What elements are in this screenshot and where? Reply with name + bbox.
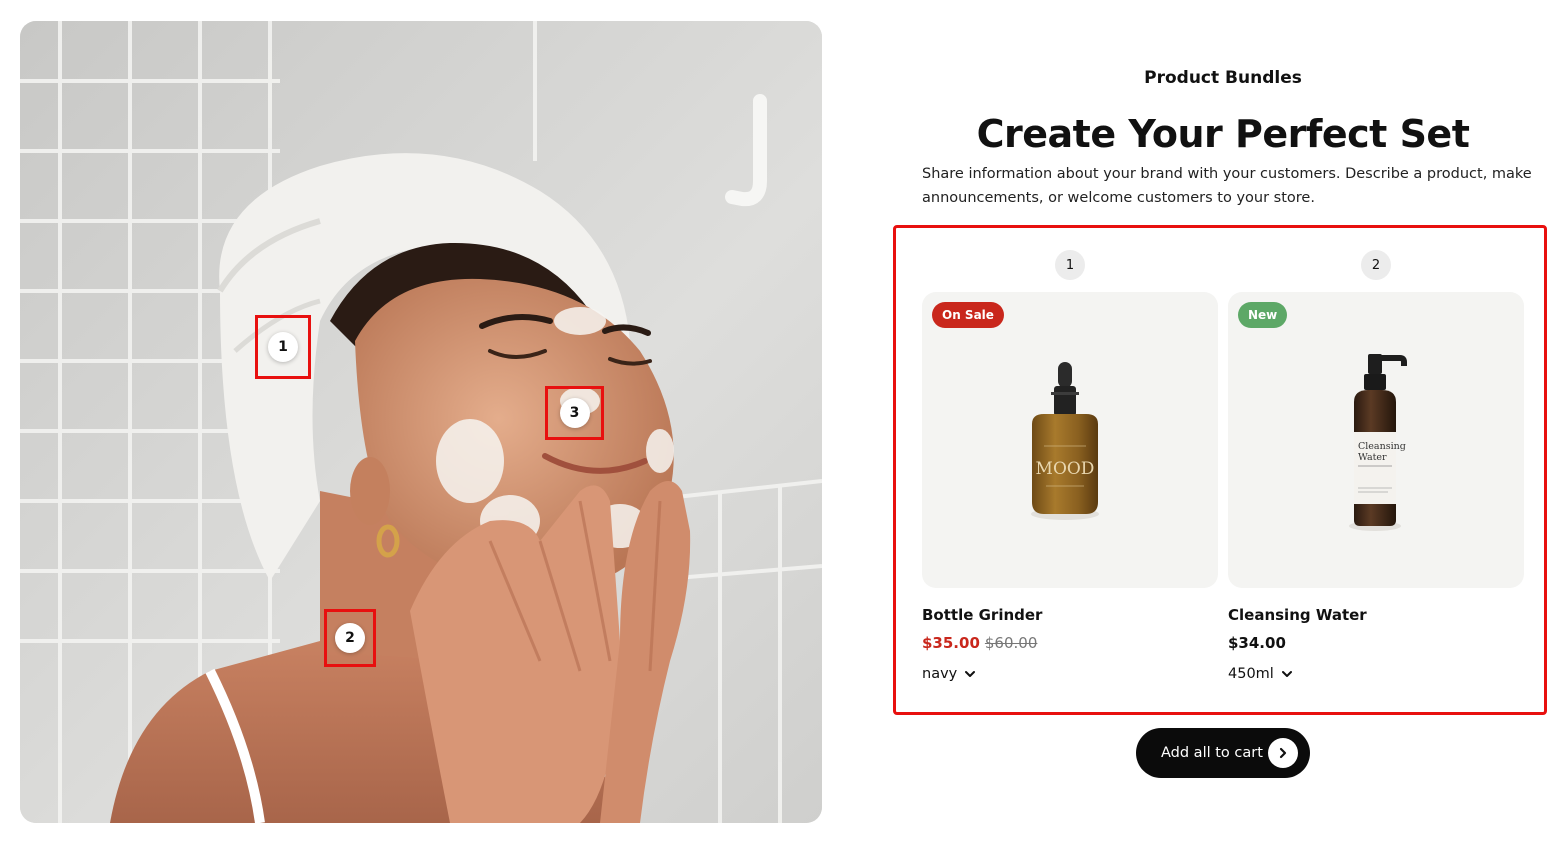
variant-select-2[interactable]: 450ml bbox=[1228, 666, 1292, 682]
serum-bottle-image: MOOD bbox=[1031, 362, 1099, 520]
product-step-1: 1 bbox=[1055, 250, 1085, 280]
bottle-brand-text: MOOD bbox=[1036, 459, 1095, 479]
hotspot-2-highlight: 2 bbox=[324, 609, 376, 667]
regular-price: $34.00 bbox=[1228, 634, 1286, 652]
product-price-1: $35.00 $60.00 bbox=[922, 634, 1037, 652]
hotspot-marker-2[interactable]: 2 bbox=[335, 623, 365, 653]
add-all-to-cart-label: Add all to cart bbox=[1161, 745, 1263, 761]
woman-washing-face-photo bbox=[20, 21, 822, 823]
bottle-label-line2: Water bbox=[1358, 452, 1387, 463]
product-title-2[interactable]: Cleansing Water bbox=[1228, 606, 1367, 624]
add-all-to-cart-button[interactable]: Add all to cart bbox=[1136, 728, 1310, 778]
section-description: Share information about your brand with … bbox=[922, 166, 1532, 206]
chevron-right-icon bbox=[1268, 738, 1298, 768]
product-card-image-1[interactable]: On Sale MOOD bbox=[922, 292, 1218, 588]
variant-select-1[interactable]: navy bbox=[922, 666, 976, 682]
on-sale-badge: On Sale bbox=[932, 302, 1004, 328]
variant-value: navy bbox=[922, 666, 958, 682]
section-heading: Create Your Perfect Set bbox=[976, 112, 1470, 156]
product-price-2: $34.00 bbox=[1228, 634, 1286, 652]
hero-image: 1 2 3 bbox=[20, 21, 822, 823]
bottle-label-line1: Cleansing bbox=[1358, 441, 1406, 452]
product-bundle-section: 1 2 3 Product Bundles Create Your Perfec… bbox=[0, 0, 1564, 852]
hotspot-1-highlight: 1 bbox=[255, 315, 311, 379]
compare-at-price: $60.00 bbox=[984, 634, 1038, 652]
product-card-image-2[interactable]: New Cleansing Water bbox=[1228, 292, 1524, 588]
variant-value: 450ml bbox=[1228, 666, 1274, 682]
product-title-1[interactable]: Bottle Grinder bbox=[922, 606, 1042, 624]
sale-price: $35.00 bbox=[922, 634, 980, 652]
new-badge: New bbox=[1238, 302, 1288, 328]
hotspot-marker-3[interactable]: 3 bbox=[559, 398, 590, 428]
section-eyebrow: Product Bundles bbox=[1144, 68, 1302, 88]
hotspot-marker-1[interactable]: 1 bbox=[268, 332, 298, 362]
chevron-down-icon bbox=[1281, 671, 1292, 677]
pump-bottle-image: Cleansing Water bbox=[1349, 354, 1407, 531]
hotspot-3-highlight: 3 bbox=[545, 386, 604, 440]
chevron-down-icon bbox=[965, 671, 976, 677]
product-step-2: 2 bbox=[1361, 250, 1391, 280]
